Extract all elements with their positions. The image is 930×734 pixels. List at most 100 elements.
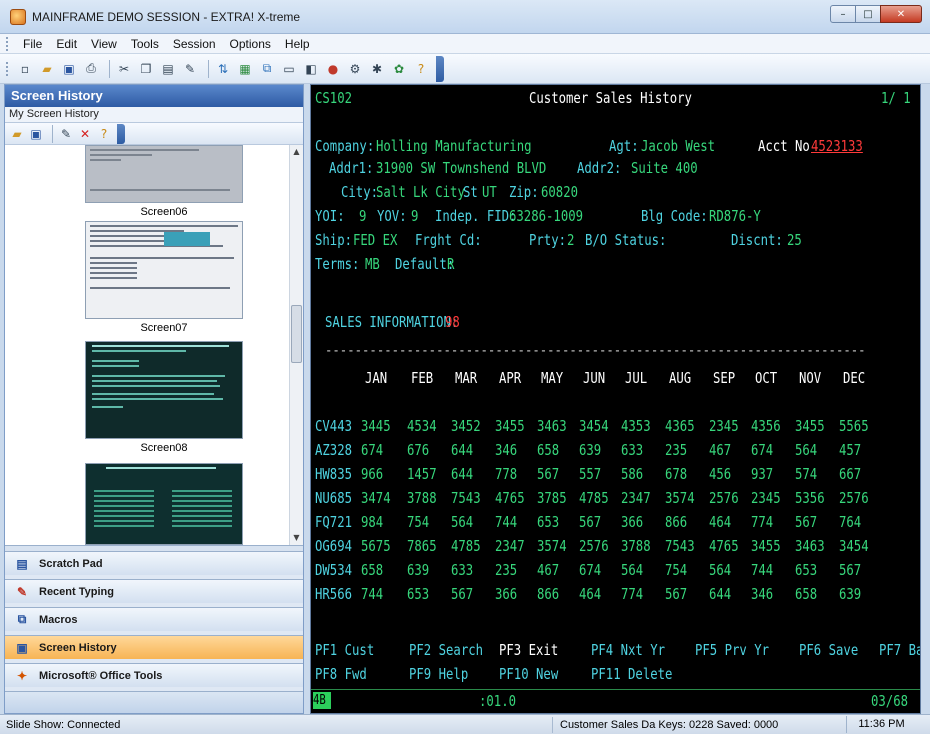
sales-cell[interactable]: 678	[665, 465, 687, 483]
sales-cell[interactable]: 778	[495, 465, 517, 483]
delete-icon[interactable]: ✕	[77, 126, 93, 142]
sales-cell[interactable]: 966	[361, 465, 383, 483]
row-code[interactable]: AZ328	[315, 441, 352, 459]
nav-scratch-pad[interactable]: ▤ Scratch Pad	[5, 551, 303, 575]
close-button[interactable]: ✕	[880, 5, 922, 23]
st-field[interactable]: UT	[482, 183, 497, 201]
sales-cell[interactable]: 774	[621, 585, 643, 603]
sales-cell[interactable]: 574	[795, 465, 817, 483]
sales-cell[interactable]: 567	[537, 465, 559, 483]
sales-cell[interactable]: 3474	[361, 489, 391, 507]
sales-cell[interactable]: 937	[751, 465, 773, 483]
record-icon[interactable]: ●	[324, 60, 342, 78]
sales-cell[interactable]: 639	[407, 561, 429, 579]
history-thumb-screen06[interactable]: Screen06	[85, 145, 243, 218]
open-folder-icon[interactable]: ▰	[38, 60, 56, 78]
sales-cell[interactable]: 658	[537, 441, 559, 459]
sales-cell[interactable]: 3454	[839, 537, 869, 555]
sales-cell[interactable]: 564	[451, 513, 473, 531]
menu-help[interactable]: Help	[278, 37, 317, 51]
history-thumb-screen07[interactable]: Screen07	[85, 221, 243, 334]
row-code[interactable]: DW534	[315, 561, 352, 579]
pf-key[interactable]: PF2 Search	[409, 641, 483, 659]
sales-cell[interactable]: 866	[537, 585, 559, 603]
row-code[interactable]: OG694	[315, 537, 352, 555]
sales-cell[interactable]: 866	[665, 513, 687, 531]
sales-cell[interactable]: 3463	[795, 537, 825, 555]
sales-cell[interactable]: 3788	[407, 489, 437, 507]
sales-cell[interactable]: 4785	[579, 489, 609, 507]
scroll-thumb[interactable]	[291, 305, 302, 363]
menu-view[interactable]: View	[84, 37, 124, 51]
sales-cell[interactable]: 4365	[665, 417, 695, 435]
sales-cell[interactable]: 5675	[361, 537, 391, 555]
sales-cell[interactable]: 754	[665, 561, 687, 579]
fid-field[interactable]: 63286-1009	[509, 207, 583, 225]
row-code[interactable]: HW835	[315, 465, 352, 483]
agt-field[interactable]: Jacob West	[641, 137, 715, 155]
toolbar-overflow[interactable]	[436, 55, 444, 82]
pf-key[interactable]: PF3 Exit	[499, 641, 558, 659]
sales-cell[interactable]: 4353	[621, 417, 651, 435]
mainframe-terminal[interactable]: CS102 Customer Sales History 1/ 1 Compan…	[310, 84, 921, 714]
sales-cell[interactable]: 658	[795, 585, 817, 603]
open-folder-icon[interactable]: ▰	[9, 126, 25, 142]
sales-cell[interactable]: 2576	[579, 537, 609, 555]
smart-icon[interactable]: ✿	[390, 60, 408, 78]
print-icon[interactable]: ⎙	[82, 60, 100, 78]
nav-office-tools[interactable]: ✦ Microsoft® Office Tools	[5, 663, 303, 687]
sales-cell[interactable]: 3574	[665, 489, 695, 507]
sales-cell[interactable]: 467	[537, 561, 559, 579]
sales-cell[interactable]: 674	[579, 561, 601, 579]
sales-cell[interactable]: 639	[839, 585, 861, 603]
sales-cell[interactable]: 653	[407, 585, 429, 603]
sales-cell[interactable]: 744	[361, 585, 383, 603]
sales-cell[interactable]: 4534	[407, 417, 437, 435]
blg-field[interactable]: RD876-Y	[709, 207, 761, 225]
pf-key[interactable]: PF6 Save	[799, 641, 858, 659]
sales-cell[interactable]: 2345	[709, 417, 739, 435]
menu-edit[interactable]: Edit	[49, 37, 84, 51]
menu-session[interactable]: Session	[166, 37, 223, 51]
company-field[interactable]: Holling Manufacturing	[376, 137, 532, 155]
sales-cell[interactable]: 3785	[537, 489, 567, 507]
sales-cell[interactable]: 644	[451, 465, 473, 483]
sales-cell[interactable]: 674	[751, 441, 773, 459]
edit-icon[interactable]: ✎	[181, 60, 199, 78]
sales-info-value[interactable]: 98	[445, 313, 460, 331]
save-icon[interactable]: ▣	[60, 60, 78, 78]
sales-cell[interactable]: 744	[751, 561, 773, 579]
addr2-field[interactable]: Suite 400	[631, 159, 698, 177]
sales-cell[interactable]: 235	[495, 561, 517, 579]
prty-field[interactable]: 2	[567, 231, 574, 249]
settings-icon[interactable]: ✱	[368, 60, 386, 78]
sales-cell[interactable]: 567	[839, 561, 861, 579]
sales-cell[interactable]: 644	[451, 441, 473, 459]
capture-icon[interactable]: ◧	[302, 60, 320, 78]
sales-cell[interactable]: 5565	[839, 417, 869, 435]
sales-cell[interactable]: 3452	[451, 417, 481, 435]
sales-cell[interactable]: 3455	[795, 417, 825, 435]
sales-cell[interactable]: 658	[361, 561, 383, 579]
sales-cell[interactable]: 5356	[795, 489, 825, 507]
sales-cell[interactable]: 464	[579, 585, 601, 603]
edit-icon[interactable]: ✎	[58, 126, 74, 142]
sales-cell[interactable]: 586	[621, 465, 643, 483]
pf-key[interactable]: PF7 Back	[879, 641, 920, 659]
sales-cell[interactable]: 3455	[751, 537, 781, 555]
history-scrollbar[interactable]: ▲ ▼	[289, 145, 303, 545]
scroll-down-icon[interactable]: ▼	[290, 531, 303, 545]
sales-cell[interactable]: 744	[495, 513, 517, 531]
sales-cell[interactable]: 3455	[495, 417, 525, 435]
sales-cell[interactable]: 3463	[537, 417, 567, 435]
addr1-field[interactable]: 31900 SW Townshend BLVD	[376, 159, 546, 177]
sales-cell[interactable]: 644	[709, 585, 731, 603]
sales-cell[interactable]: 3454	[579, 417, 609, 435]
sales-cell[interactable]: 564	[621, 561, 643, 579]
sales-cell[interactable]: 653	[537, 513, 559, 531]
sales-cell[interactable]: 2345	[751, 489, 781, 507]
sales-cell[interactable]: 366	[621, 513, 643, 531]
terms-field[interactable]: MB	[365, 255, 380, 273]
nav-macros[interactable]: ⧉ Macros	[5, 607, 303, 631]
sales-cell[interactable]: 346	[495, 441, 517, 459]
